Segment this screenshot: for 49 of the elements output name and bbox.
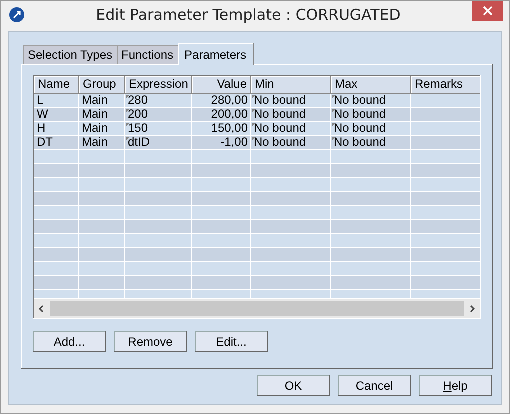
tab[interactable]: Functions xyxy=(116,45,179,64)
table-cell: L xyxy=(37,93,44,107)
app-logo-icon xyxy=(9,7,25,23)
table-cell: No bound xyxy=(254,135,306,149)
table-cell: H xyxy=(37,121,46,135)
table-button[interactable]: Add... xyxy=(33,331,106,352)
dialog-button[interactable]: OK xyxy=(257,375,330,396)
close-button[interactable] xyxy=(472,1,503,21)
table-button[interactable]: Remove xyxy=(114,331,187,352)
table-cell: 150,00 xyxy=(211,121,248,135)
table-cell: No bound xyxy=(254,121,306,135)
column-header[interactable]: Remarks xyxy=(411,76,480,94)
table-cell: 280,00 xyxy=(211,93,248,107)
table-cell: DT xyxy=(37,135,53,149)
table-cell: No bound xyxy=(334,121,386,135)
table-cell: No bound xyxy=(334,135,386,149)
column-header[interactable]: Group xyxy=(79,76,125,94)
window-title: Edit Parameter Template : CORRUGATED xyxy=(95,6,402,24)
dialog-button[interactable]: Cancel xyxy=(338,375,411,396)
table-row[interactable]: W Main 200 200,00 No bound No bound xyxy=(34,108,480,122)
table-cell: No bound xyxy=(254,93,306,107)
table-cell: W xyxy=(37,107,48,121)
table-cell: Main xyxy=(82,135,108,149)
table-button[interactable]: Edit... xyxy=(195,331,268,352)
column-header[interactable]: Name xyxy=(34,76,79,94)
table-row[interactable]: DT Main dtID -1,00 No bound No bound xyxy=(34,136,480,150)
table-row[interactable]: H Main 150 150,00 No bound No bound xyxy=(34,122,480,136)
column-header[interactable]: Max xyxy=(331,76,411,94)
table-cell: 200,00 xyxy=(211,107,248,121)
scrollbar-thumb[interactable] xyxy=(50,301,464,316)
table-row[interactable]: L Main 280 280,00 No bound No bound xyxy=(34,94,480,108)
table-cell: No bound xyxy=(254,107,306,121)
table-cell: No bound xyxy=(334,93,386,107)
column-header[interactable]: Value xyxy=(192,76,251,94)
table-cell: dtID xyxy=(128,135,150,149)
column-header[interactable]: Expression xyxy=(125,76,192,94)
table-cell: 280 xyxy=(128,93,148,107)
table-cell: 150 xyxy=(128,121,148,135)
column-header[interactable]: Min xyxy=(251,76,331,94)
table-cell: Main xyxy=(82,121,108,135)
close-icon xyxy=(482,6,492,16)
tab[interactable]: Selection Types xyxy=(23,45,118,64)
table-cell: Main xyxy=(82,93,108,107)
tab[interactable]: Parameters xyxy=(178,43,254,65)
table-cell: Main xyxy=(82,107,108,121)
table-cell: -1,00 xyxy=(220,135,248,149)
table-cell: 200 xyxy=(128,107,148,121)
table-cell: No bound xyxy=(334,107,386,121)
dialog-button[interactable]: Help xyxy=(419,375,492,396)
